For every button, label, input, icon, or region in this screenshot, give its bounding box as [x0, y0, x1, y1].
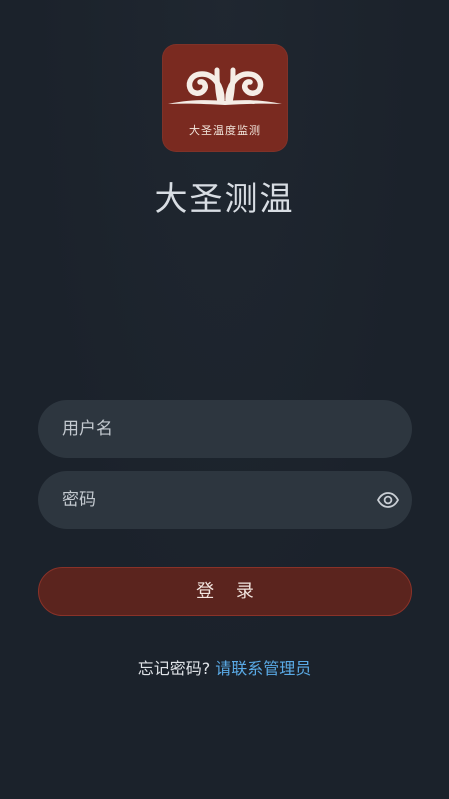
- password-field[interactable]: [38, 471, 412, 529]
- forgot-password-text: 忘记密码?: [137, 659, 211, 678]
- username-field[interactable]: [38, 400, 412, 458]
- app-logo: 大圣温度监测: [162, 44, 288, 152]
- app-title: 大圣测温: [154, 179, 295, 218]
- eye-icon[interactable]: [376, 488, 400, 512]
- password-input[interactable]: [62, 471, 362, 529]
- forgot-password-row: 忘记密码? 请联系管理员: [0, 655, 449, 679]
- contact-admin-link[interactable]: 请联系管理员: [215, 659, 311, 678]
- login-button[interactable]: 登 录: [38, 567, 412, 616]
- username-input[interactable]: [62, 400, 362, 458]
- logo-caption: 大圣温度监测: [189, 124, 261, 137]
- login-screen: 大圣温度监测 大圣测温 登 录 忘记密码? 请联系管理员: [0, 0, 449, 799]
